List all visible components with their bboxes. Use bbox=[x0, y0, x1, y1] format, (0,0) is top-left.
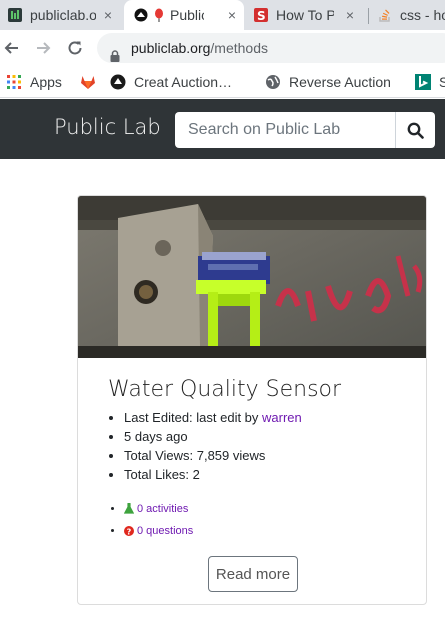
globe-icon bbox=[265, 74, 281, 90]
last-edited-text: Last Edited: last edit by bbox=[124, 410, 263, 425]
bookmark-label: Apps bbox=[30, 74, 62, 90]
tab-public-lab-active[interactable]: Public Lab × bbox=[124, 0, 244, 30]
question-circle-icon: ? bbox=[124, 526, 134, 540]
method-card: Water Quality Sensor Last Edited: last e… bbox=[77, 195, 427, 605]
browser-toolbar: publiclab.org/methods bbox=[0, 30, 445, 66]
address-domain: publiclab.org bbox=[131, 40, 211, 56]
tab-title: css - how to bbox=[400, 7, 445, 23]
views-item: Total Views: 7,859 views bbox=[124, 446, 302, 465]
site-navbar: Public Lab bbox=[0, 99, 445, 159]
activities-item: 0 activities bbox=[123, 502, 193, 524]
search-form bbox=[175, 112, 435, 148]
bookmark-gitlab[interactable] bbox=[80, 73, 104, 91]
bookmark-label: Reverse Auction bbox=[289, 74, 391, 90]
tab-title: How To Position bbox=[276, 7, 334, 23]
age-item: 5 days ago bbox=[124, 427, 302, 446]
tab-css-how[interactable]: css - how to bbox=[378, 0, 445, 30]
slides-favicon-icon: S bbox=[254, 8, 268, 23]
back-arrow-icon[interactable] bbox=[1, 37, 23, 59]
svg-text:?: ? bbox=[127, 527, 132, 536]
author-link[interactable]: warren bbox=[262, 410, 302, 425]
site-brand[interactable]: Public Lab bbox=[54, 115, 161, 139]
bookmark-creat-auction[interactable]: Creat Auction… bbox=[110, 73, 232, 91]
activities-link[interactable]: 0 activities bbox=[137, 503, 188, 515]
questions-item: ? 0 questions bbox=[124, 524, 193, 546]
method-activity-links: 0 activities ? 0 questions bbox=[123, 502, 193, 546]
tab-publiclab[interactable]: publiclab.org × bbox=[8, 0, 120, 30]
bing-icon bbox=[415, 74, 431, 90]
reload-icon[interactable] bbox=[64, 37, 86, 59]
bookmark-reverse-auction[interactable]: Reverse Auction bbox=[265, 73, 391, 91]
auction-icon bbox=[110, 74, 126, 90]
flask-icon bbox=[123, 502, 135, 518]
close-icon[interactable]: × bbox=[104, 7, 112, 23]
read-more-button[interactable]: Read more bbox=[208, 556, 298, 592]
search-input[interactable] bbox=[175, 112, 395, 148]
bookmark-bing[interactable]: S bbox=[415, 73, 445, 91]
browser-tab-strip: publiclab.org × Public Lab × S How To Po… bbox=[0, 0, 445, 30]
tab-divider bbox=[368, 8, 369, 24]
forward-arrow-icon[interactable] bbox=[32, 37, 54, 59]
questions-link[interactable]: 0 questions bbox=[137, 525, 193, 537]
last-edited-item: Last Edited: last edit by warren bbox=[124, 408, 302, 427]
gitlab-icon bbox=[80, 74, 96, 90]
bookmark-label: Creat Auction… bbox=[134, 74, 233, 90]
publiclab-favicon-icon bbox=[8, 8, 22, 22]
method-title[interactable]: Water Quality Sensor bbox=[108, 377, 341, 402]
search-icon bbox=[407, 122, 424, 139]
tab-how-to[interactable]: S How To Position × bbox=[254, 0, 362, 30]
method-photo[interactable] bbox=[78, 196, 426, 358]
bookmark-label: S bbox=[439, 74, 445, 90]
likes-item: Total Likes: 2 bbox=[124, 465, 302, 484]
svg-text:S: S bbox=[257, 9, 266, 22]
address-path: /methods bbox=[210, 40, 268, 56]
close-icon[interactable]: × bbox=[346, 7, 354, 23]
bookmark-apps[interactable]: Apps bbox=[6, 73, 62, 91]
search-button[interactable] bbox=[395, 112, 435, 148]
tab-title: publiclab.org bbox=[30, 7, 96, 23]
bookmarks-bar: Apps Creat Auction… Reverse Auction S bbox=[0, 66, 445, 98]
stackoverflow-icon bbox=[378, 8, 392, 22]
publiclab-logo-icon bbox=[134, 8, 148, 22]
address-bar[interactable]: publiclab.org/methods bbox=[97, 33, 445, 63]
tab-title: Public Lab bbox=[170, 7, 204, 23]
close-icon[interactable]: × bbox=[228, 7, 236, 23]
balloon-icon bbox=[152, 8, 166, 22]
method-meta-list: Last Edited: last edit by warren 5 days … bbox=[124, 408, 302, 484]
apps-grid-icon bbox=[6, 74, 22, 90]
